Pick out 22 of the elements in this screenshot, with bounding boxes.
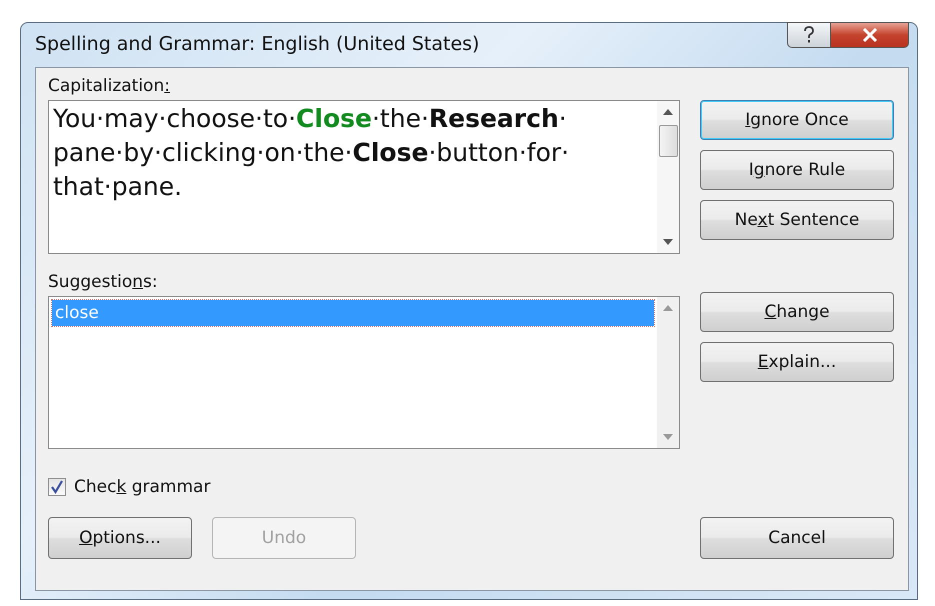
field-label: Capitalization: xyxy=(48,76,171,98)
dialog-button[interactable]: Ignore Once xyxy=(700,100,894,140)
up-arrow-icon[interactable] xyxy=(663,109,673,115)
dialog-button[interactable]: Options... xyxy=(48,517,192,559)
sentence-box[interactable]: You·may·choose·to·Close·the·Research· pane·by·clicking·on·the·Close·button·for· that·pane. xyxy=(48,100,680,254)
dialog-button[interactable]: Ignore Rule xyxy=(700,150,894,190)
close-button[interactable] xyxy=(831,22,909,48)
down-arrow-icon[interactable] xyxy=(663,239,673,245)
dialog-button[interactable]: Change xyxy=(700,292,894,332)
dialog-button[interactable]: Next Sentence xyxy=(700,200,894,240)
question-mark-icon xyxy=(802,26,816,44)
sentence-text: You·may·choose·to·Close·the·Research· pane·by·clicking·on·the·Close·button·for· that·pane. xyxy=(52,103,570,203)
dialog-button[interactable]: Cancel xyxy=(700,517,894,559)
checkbox[interactable] xyxy=(48,478,66,496)
window-title: Spelling and Grammar: English (United States) xyxy=(35,33,480,55)
help-button[interactable] xyxy=(787,22,831,48)
close-icon xyxy=(860,28,878,42)
field-label: Suggestions: xyxy=(48,272,159,294)
checkbox-label[interactable]: Check grammar xyxy=(74,477,210,497)
dialog-button[interactable]: Explain... xyxy=(700,342,894,382)
scrollbar[interactable] xyxy=(657,101,679,253)
scroll-thumb[interactable] xyxy=(658,125,678,157)
